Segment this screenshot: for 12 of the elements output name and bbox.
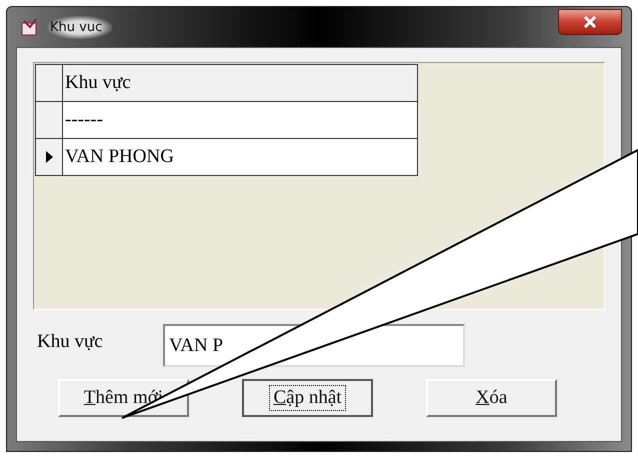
action-button[interactable]: Xóa [426,379,557,417]
action-button[interactable]: Cập nhật [242,379,373,417]
field-label: Khu vực [36,330,104,352]
current-row-icon [44,150,54,164]
close-icon [583,16,597,28]
close-button[interactable] [558,9,622,35]
table-cell: ------ [62,102,418,138]
table-cell: VAN PHONG [62,138,418,176]
row-header[interactable] [36,102,62,138]
window-title: Khu vuc [48,16,112,38]
row-header[interactable] [36,138,62,176]
column-header[interactable]: Khu vực [62,64,418,102]
